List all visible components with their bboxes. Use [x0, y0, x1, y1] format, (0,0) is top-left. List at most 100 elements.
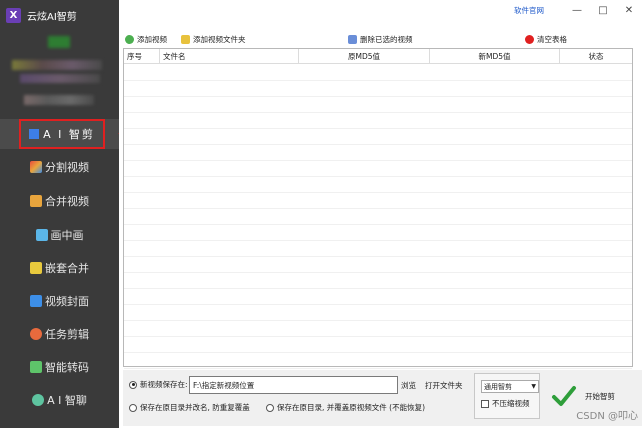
table-row-line: [124, 224, 632, 225]
col-status[interactable]: 状态: [560, 49, 632, 64]
close-button[interactable]: ✕: [616, 5, 642, 16]
maximize-button[interactable]: □: [590, 5, 616, 16]
check-icon: [552, 386, 576, 406]
nav-label-ai-cut: A I 智剪: [43, 128, 95, 141]
add-icon: [125, 34, 134, 44]
table-row-line: [124, 240, 632, 241]
clear-table-button[interactable]: 清空表格: [525, 34, 567, 45]
table-row-line: [124, 160, 632, 161]
save-label: 新视频保存在:: [140, 380, 188, 389]
chat-icon: [32, 394, 45, 406]
table-row-line: [124, 352, 632, 353]
col-new-md5[interactable]: 新MD5值: [430, 49, 560, 64]
table-row-line: [124, 208, 632, 209]
rename-option-label: 保存在原目录并改名, 防重复覆盖: [140, 403, 250, 412]
add-folder-button[interactable]: 添加视频文件夹: [181, 34, 246, 45]
watermark: CSDN @叩心: [576, 411, 638, 422]
delete-selected-label: 删除已选的视频: [360, 34, 413, 44]
table-row-line: [124, 320, 632, 321]
delete-list-icon: [348, 34, 357, 44]
table-row-line: [124, 192, 632, 193]
save-new-radio[interactable]: [129, 380, 137, 389]
table-row-line: [124, 304, 632, 305]
table-row-line: [124, 176, 632, 177]
table-row-line: [124, 144, 632, 145]
save-new-radio-row[interactable]: 新视频保存在:: [129, 379, 188, 390]
task-icon: [30, 328, 42, 340]
browse-button[interactable]: 浏览: [401, 380, 416, 391]
nav-label: 视频封面: [45, 295, 89, 308]
official-site-link[interactable]: 软件官网: [514, 5, 544, 16]
pip-icon: [35, 229, 48, 241]
col-index[interactable]: 序号: [124, 49, 160, 64]
no-compress-row[interactable]: 不压缩视频: [481, 398, 530, 409]
table-row-line: [124, 80, 632, 81]
table-row-line: [124, 288, 632, 289]
folder-icon: [181, 34, 190, 44]
rename-option-row[interactable]: 保存在原目录并改名, 防重复覆盖: [129, 402, 250, 413]
cover-icon: [30, 295, 42, 307]
nav-nest-merge[interactable]: 嵌套合并: [0, 254, 119, 282]
nav-label: 画中画: [50, 229, 84, 242]
table-row-line: [124, 112, 632, 113]
delete-selected-button[interactable]: 删除已选的视频: [348, 34, 413, 45]
table-row-line: [124, 256, 632, 257]
nav-video-cover[interactable]: 视频封面: [0, 287, 119, 315]
table-row-line: [124, 336, 632, 337]
ai-cut-highlight[interactable]: A I 智剪: [19, 119, 105, 149]
table-row-line: [124, 96, 632, 97]
nav-transcode[interactable]: 智能转码: [0, 353, 119, 381]
nav-label: 智能转码: [45, 361, 89, 374]
blurred-account: [24, 95, 94, 105]
table-row-line: [124, 368, 632, 369]
main-panel: 添加视频 添加视频文件夹 删除已选的视频 清空表格 序号 文件名 原MD5值 新…: [119, 0, 642, 428]
toolbar: 添加视频 添加视频文件夹 删除已选的视频 清空表格: [119, 30, 642, 48]
blurred-userinfo: [20, 74, 100, 83]
nav-label: 任务剪辑: [45, 328, 89, 341]
nest-icon: [30, 262, 42, 274]
minimize-button[interactable]: —: [564, 5, 590, 16]
save-path-value: F:\指定新视频位置: [193, 380, 255, 390]
app-title-bar: X 云炫AI智剪: [0, 0, 119, 30]
col-filename[interactable]: 文件名: [160, 49, 299, 64]
no-compress-label: 不压缩视频: [492, 399, 530, 408]
clear-table-label: 清空表格: [537, 34, 567, 44]
nav-label: 合并视频: [45, 195, 89, 208]
mode-select[interactable]: 通用智剪 ▼: [481, 380, 539, 393]
add-video-button[interactable]: 添加视频: [125, 34, 167, 45]
nav-label: A I 智聊: [47, 394, 87, 407]
video-table[interactable]: 序号 文件名 原MD5值 新MD5值 状态: [123, 48, 633, 369]
overwrite-radio[interactable]: [266, 403, 274, 412]
start-label: 开始智剪: [585, 391, 615, 401]
add-folder-label: 添加视频文件夹: [193, 34, 246, 44]
chevron-down-icon: ▼: [531, 383, 536, 390]
table-row-line: [124, 272, 632, 273]
app-title: 云炫AI智剪: [27, 11, 77, 23]
app-logo-icon: X: [6, 7, 21, 23]
clear-icon: [525, 34, 534, 44]
ai-cut-icon: [29, 129, 40, 139]
mode-value: 通用智剪: [484, 382, 512, 391]
blurred-username: [12, 60, 102, 70]
nav-ai-chat[interactable]: A I 智聊: [0, 386, 119, 414]
sidebar: X 云炫AI智剪 A I 智剪 分割视频 合并视频 画中画 嵌套合并 视频封面 …: [0, 0, 119, 428]
table-row-line: [124, 128, 632, 129]
nav-label: 嵌套合并: [45, 262, 89, 275]
merge-icon: [30, 195, 42, 207]
nav-pip[interactable]: 画中画: [0, 221, 119, 249]
open-folder-button[interactable]: 打开文件夹: [425, 380, 463, 391]
mode-box: 通用智剪 ▼ 不压缩视频: [474, 373, 540, 419]
nav-split-video[interactable]: 分割视频: [0, 153, 119, 181]
table-header: 序号 文件名 原MD5值 新MD5值 状态: [124, 49, 632, 64]
rename-radio[interactable]: [129, 403, 137, 412]
col-original-md5[interactable]: 原MD5值: [299, 49, 430, 64]
transcode-icon: [30, 361, 42, 373]
nav-task-edit[interactable]: 任务剪辑: [0, 320, 119, 348]
save-path-input[interactable]: F:\指定新视频位置: [189, 376, 398, 394]
add-video-label: 添加视频: [137, 34, 167, 44]
split-icon: [30, 161, 42, 173]
overwrite-option-label: 保存在原目录, 并覆盖原视频文件 (不能恢复): [277, 403, 426, 412]
no-compress-checkbox[interactable]: [481, 399, 489, 408]
nav-merge-video[interactable]: 合并视频: [0, 187, 119, 215]
overwrite-option-row[interactable]: 保存在原目录, 并覆盖原视频文件 (不能恢复): [266, 402, 425, 413]
